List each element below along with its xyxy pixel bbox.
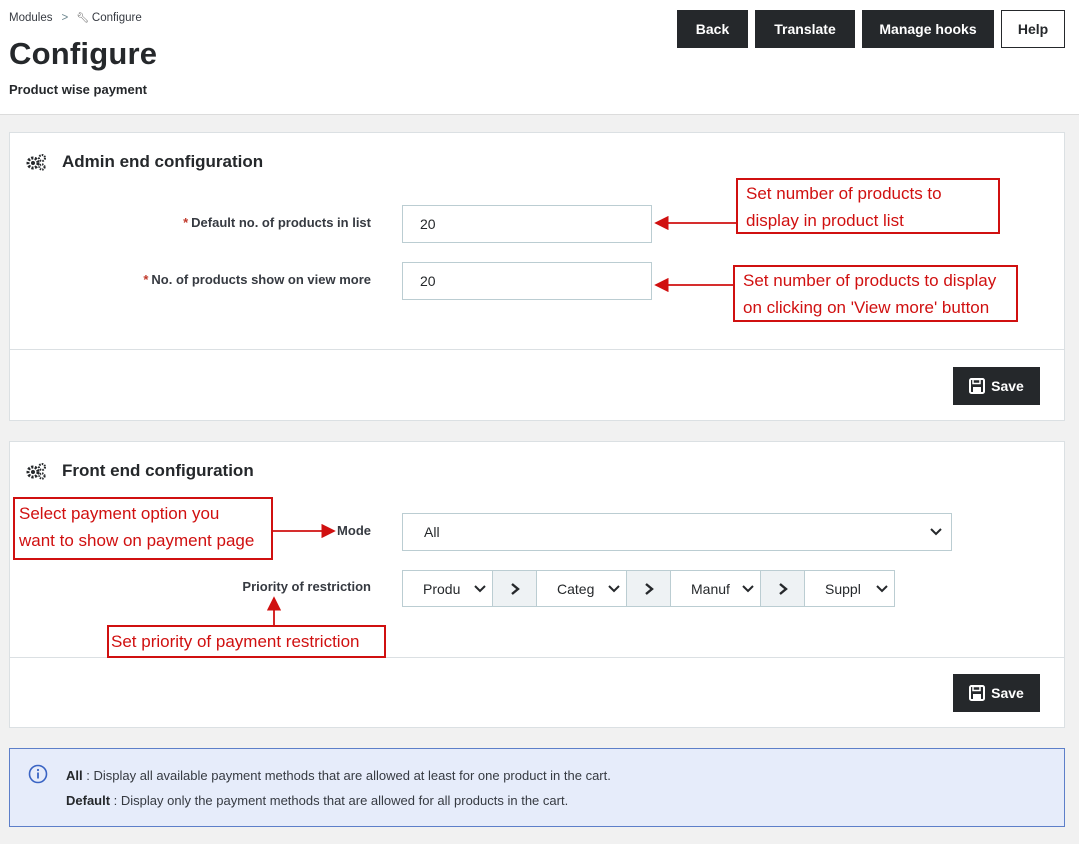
annotation-products-list-line2: display in product list [746, 211, 904, 230]
mode-select[interactable]: All [402, 513, 952, 551]
priority-select-1[interactable]: Produ [402, 570, 493, 607]
chevron-down-icon [742, 584, 754, 594]
priority-next-arrow [493, 570, 536, 607]
annotation-view-more: Set number of products to display on cli… [733, 265, 1018, 322]
annotation-products-list-line1: Set number of products to [746, 184, 942, 203]
view-more-label-text: No. of products show on view more [151, 272, 371, 287]
admin-panel-heading: Admin end configuration [25, 152, 263, 172]
info-alert: All : Display all available payment meth… [9, 748, 1065, 827]
priority-select-2-value: Categ [557, 580, 595, 597]
default-products-label-text: Default no. of products in list [191, 215, 371, 230]
priority-select-3[interactable]: Manuf [670, 570, 761, 607]
manage-hooks-button[interactable]: Manage hooks [862, 10, 994, 48]
translate-button[interactable]: Translate [755, 10, 855, 48]
mode-select-value: All [424, 524, 440, 540]
annotation-view-more-line1: Set number of products to display [743, 271, 997, 290]
mode-label: Mode [337, 523, 371, 538]
front-save-button[interactable]: Save [953, 674, 1040, 712]
chevron-down-icon [474, 585, 486, 593]
admin-panel-footer: Save [10, 349, 1064, 421]
admin-save-button[interactable]: Save [953, 367, 1040, 405]
info-default-term: Default [66, 793, 111, 808]
priority-select-2[interactable]: Categ [536, 570, 627, 607]
page-title: Configure [9, 36, 158, 71]
wrench-icon: 🔧︎ [76, 13, 89, 24]
page-subtitle: Product wise payment [9, 82, 147, 97]
annotation-payment-option: Select payment option you want to show o… [13, 497, 273, 560]
back-button[interactable]: Back [677, 10, 748, 48]
info-all-text: : Display all available payment methods … [82, 768, 611, 783]
chevron-down-icon [876, 585, 888, 593]
priority-next-arrow [761, 570, 804, 607]
breadcrumb-modules-link[interactable]: Modules [9, 12, 52, 24]
admin-save-label: Save [991, 378, 1024, 394]
front-config-panel: Front end configuration Mode All Priorit… [9, 441, 1065, 728]
annotation-payment-option-line2: want to show on payment page [19, 531, 255, 550]
info-circle-icon [28, 764, 48, 784]
view-more-input[interactable]: 20 [402, 262, 652, 300]
page-header: Modules > 🔧︎ Configure Configure Product wi… [0, 0, 1079, 115]
chevron-right-icon [510, 582, 520, 595]
front-panel-heading: Front end configuration [25, 461, 254, 481]
gears-icon [26, 154, 46, 171]
annotation-priority: Set priority of payment restriction [107, 625, 386, 658]
priority-selects-row: Produ Categ Manuf Suppl [402, 570, 895, 607]
info-default-line: Default : Display only the payment metho… [66, 793, 568, 808]
priority-select-4-value: Suppl [825, 580, 861, 597]
annotation-payment-option-line1: Select payment option you [19, 504, 220, 523]
annotation-products-list: Set number of products to display in pro… [736, 178, 1000, 234]
front-panel-footer: Save [10, 657, 1064, 728]
priority-select-3-value: Manuf [691, 580, 730, 597]
priority-select-4[interactable]: Suppl [804, 570, 895, 607]
view-more-label: * No. of products show on view more [143, 272, 371, 287]
front-save-label: Save [991, 685, 1024, 701]
info-all-line: All : Display all available payment meth… [66, 768, 611, 783]
breadcrumb-current: Configure [91, 12, 142, 24]
breadcrumb-separator: > [61, 12, 69, 24]
info-all-term: All [66, 768, 83, 783]
priority-next-arrow [627, 570, 670, 607]
chevron-down-icon [608, 585, 620, 593]
priority-select-1-value: Produ [423, 580, 461, 597]
chevron-right-icon [778, 582, 788, 595]
required-marker: * [183, 215, 189, 230]
front-panel-title: Front end configuration [62, 461, 254, 480]
priority-label: Priority of restriction [242, 579, 371, 594]
admin-panel-title: Admin end configuration [62, 152, 264, 171]
default-products-input[interactable]: 20 [402, 205, 652, 243]
annotation-view-more-line2: on clicking on 'View more' button [743, 298, 990, 317]
floppy-disk-icon [969, 685, 986, 701]
default-products-label: * Default no. of products in list [183, 215, 371, 230]
chevron-right-icon [644, 582, 654, 595]
breadcrumb: Modules > 🔧︎ Configure [9, 12, 142, 24]
chevron-down-icon [930, 528, 942, 536]
floppy-disk-icon [969, 378, 986, 394]
required-marker: * [143, 272, 149, 287]
info-default-text: : Display only the payment methods that … [110, 793, 569, 808]
gears-icon [26, 463, 46, 480]
help-button[interactable]: Help [1001, 10, 1065, 48]
